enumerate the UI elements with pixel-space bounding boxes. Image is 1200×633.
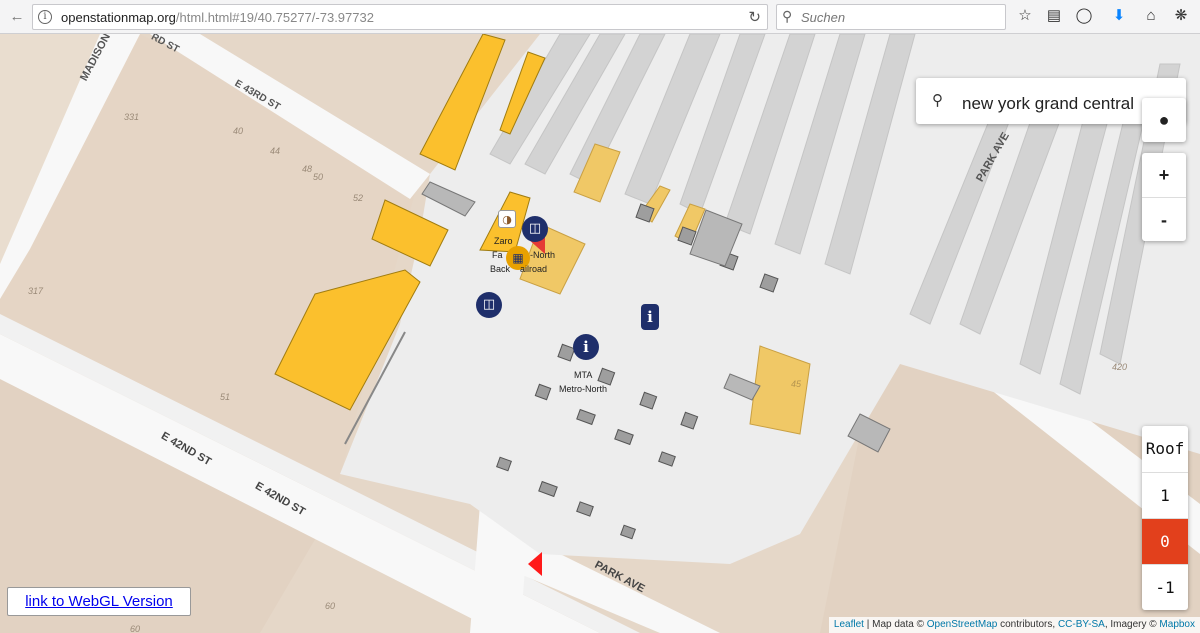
search-icon: ⚲: [932, 92, 943, 109]
info-icon[interactable]: i: [38, 10, 52, 24]
poi-label: Fa: [492, 250, 503, 260]
bookmark-star-icon[interactable]: ☆: [1016, 7, 1034, 25]
search-placeholder: Suchen: [801, 10, 846, 25]
house-number: 52: [353, 193, 364, 203]
zoom-control: + -: [1142, 153, 1186, 241]
level-roof-button[interactable]: Roof: [1142, 426, 1188, 472]
download-icon[interactable]: ⬇: [1110, 7, 1128, 25]
information-board-icon[interactable]: i: [641, 304, 659, 330]
back-icon[interactable]: ←: [6, 6, 28, 28]
zoom-in-button[interactable]: +: [1142, 153, 1186, 197]
house-number: 44: [270, 146, 281, 156]
poi-label: MTA: [574, 370, 593, 380]
locate-control: ●: [1142, 98, 1186, 142]
poi-label: Metro-North: [559, 384, 608, 394]
pocket-icon[interactable]: ◯: [1075, 7, 1093, 25]
house-number: 60: [130, 624, 141, 633]
search-icon: ⚲: [782, 8, 793, 24]
house-number: 50: [313, 172, 324, 182]
location-search-input[interactable]: new york grand central: [962, 94, 1134, 114]
mapbox-link[interactable]: Mapbox: [1159, 619, 1195, 630]
location-pin-icon[interactable]: ●: [1142, 98, 1186, 142]
url-bar[interactable]: i openstationmap.org/html.html#19/40.752…: [32, 4, 768, 30]
house-number: 48: [302, 164, 313, 174]
level-minus-1-button[interactable]: -1: [1142, 564, 1188, 610]
bakery-icon[interactable]: ◑: [498, 210, 516, 228]
poi-label: ailroad: [520, 264, 548, 274]
information-icon[interactable]: i: [573, 334, 599, 360]
house-number: 60: [325, 601, 336, 611]
house-number: 40: [233, 126, 244, 136]
extension-icon[interactable]: ❋: [1172, 7, 1190, 25]
level-selector: Roof 1 0 -1: [1142, 426, 1188, 610]
reading-list-icon[interactable]: ▤: [1045, 7, 1063, 25]
browser-toolbar: ← i openstationmap.org/html.html#19/40.7…: [0, 0, 1200, 34]
railway-station-icon[interactable]: ◫: [476, 292, 502, 318]
zoom-out-button[interactable]: -: [1142, 197, 1186, 241]
browser-search-field[interactable]: ⚲ Suchen: [776, 4, 1006, 30]
house-number: 317: [28, 286, 44, 296]
poi-label: -North: [530, 250, 556, 260]
railway-station-icon[interactable]: ◫: [522, 216, 548, 242]
map-view[interactable]: MADISON RD ST E 43RD ST E 42ND ST E 42ND…: [0, 34, 1200, 633]
reload-icon[interactable]: ↻: [748, 8, 761, 26]
poi-label: Zaro: [494, 236, 513, 246]
house-number: 420: [1112, 362, 1128, 372]
webgl-version-link[interactable]: link to WebGL Version: [7, 587, 191, 616]
level-1-button[interactable]: 1: [1142, 472, 1188, 518]
map-attribution: Leaflet | Map data © OpenStreetMap contr…: [828, 617, 1200, 633]
license-link[interactable]: CC-BY-SA: [1058, 619, 1105, 630]
leaflet-link[interactable]: Leaflet: [834, 619, 864, 630]
house-number: 51: [220, 392, 231, 402]
poi-label: Back: [490, 264, 511, 274]
osm-link[interactable]: OpenStreetMap: [927, 619, 998, 630]
house-number: 331: [124, 112, 140, 122]
home-icon[interactable]: ⌂: [1142, 7, 1160, 25]
house-number: 45: [791, 379, 802, 389]
level-0-button[interactable]: 0: [1142, 518, 1188, 564]
url-text: openstationmap.org/html.html#19/40.75277…: [61, 10, 374, 25]
